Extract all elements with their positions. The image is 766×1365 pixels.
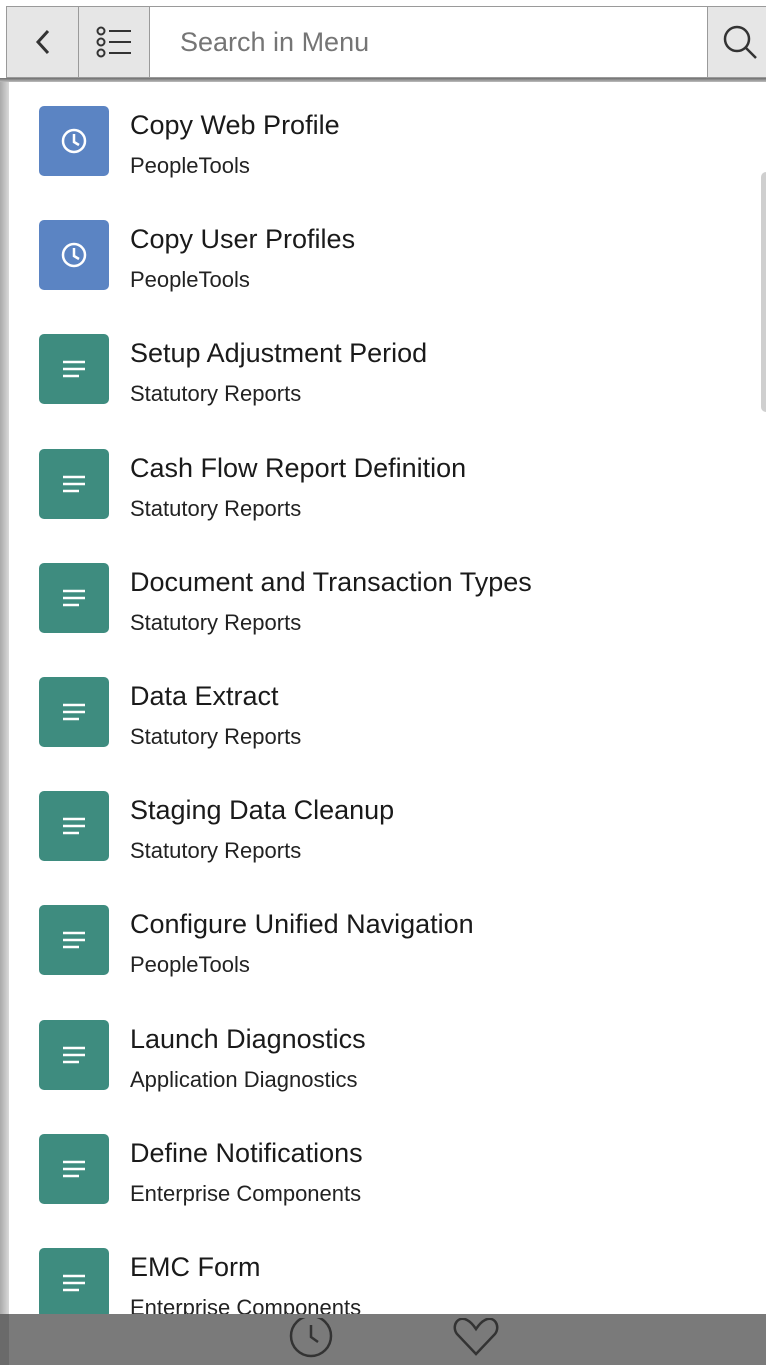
menu-item-tile [39, 1133, 109, 1204]
menu-item-tile [39, 106, 109, 176]
menu-item-category: Enterprise Components [130, 1295, 362, 1314]
backdrop-edge [0, 82, 9, 1314]
back-button[interactable] [6, 6, 78, 78]
menu-result-item[interactable]: Launch Diagnostics Application Diagnostic… [9, 996, 749, 1110]
document-lines-icon [63, 1274, 85, 1292]
menu-item-category: Enterprise Components [130, 1180, 362, 1206]
menu-result-item[interactable]: Data Extract Statutory Reports [9, 653, 749, 767]
menu-result-item[interactable]: Staging Data Cleanup Statutory Reports [9, 767, 749, 881]
clock-icon [289, 1314, 333, 1358]
favorites-button[interactable] [452, 1317, 500, 1363]
menu-result-item[interactable]: Copy User Profiles PeopleTools [9, 196, 749, 310]
list-icon [96, 26, 131, 58]
menu-item-tile [39, 791, 109, 862]
document-lines-icon [63, 932, 85, 949]
search-field[interactable] [150, 6, 707, 78]
menu-item-title: Data Extract [130, 681, 279, 711]
heart-icon [453, 1317, 499, 1356]
menu-item-title: Launch Diagnostics [130, 1023, 366, 1054]
menu-item-title: Copy Web Profile [130, 110, 340, 140]
menu-item-tile [39, 677, 109, 747]
bottom-bar-edge [0, 1314, 9, 1365]
list-view-button[interactable] [78, 6, 150, 78]
clock-icon [61, 128, 87, 154]
recent-button[interactable] [286, 1314, 336, 1365]
scrollbar[interactable] [761, 172, 766, 412]
menu-item-title: Cash Flow Report Definition [130, 452, 467, 483]
menu-item-tile [39, 1248, 109, 1314]
menu-item-title: Setup Adjustment Period [130, 338, 428, 369]
menu-item-category: Statutory Reports [130, 609, 302, 635]
menu-results-panel: Copy Web Profile PeopleTools Copy User Pro… [9, 82, 766, 1314]
menu-item-category: PeopleTools [130, 153, 250, 178]
document-lines-icon [63, 703, 85, 721]
menu-item-category: Statutory Reports [130, 724, 302, 749]
document-lines-icon [63, 1160, 85, 1178]
menu-item-title: Define Notifications [130, 1137, 363, 1168]
menu-item-title: Configure Unified Navigation [130, 909, 474, 940]
menu-result-item[interactable]: Configure Unified Navigation PeopleTools [9, 881, 749, 995]
document-lines-icon [63, 475, 85, 492]
document-lines-icon [63, 361, 85, 378]
menu-item-tile [39, 334, 109, 405]
menu-item-tile [39, 1019, 109, 1090]
menu-item-category: Application Diagnostics [130, 1066, 358, 1092]
document-lines-icon [63, 589, 85, 607]
search-button[interactable] [707, 6, 766, 78]
menu-result-item[interactable]: Define Notifications Enterprise Component… [9, 1110, 749, 1224]
menu-item-category: Statutory Reports [130, 838, 302, 864]
document-lines-icon [63, 817, 85, 835]
menu-result-item[interactable]: Document and Transaction Types Statutory … [9, 539, 749, 653]
menu-item-tile [39, 448, 109, 519]
menu-item-category: PeopleTools [130, 952, 250, 978]
menu-item-category: PeopleTools [130, 267, 250, 293]
menu-item-category: Statutory Reports [130, 495, 302, 521]
menu-toolbar [0, 0, 766, 82]
document-lines-icon [63, 1046, 85, 1063]
menu-item-title: Staging Data Cleanup [130, 795, 395, 826]
menu-result-item[interactable]: Cash Flow Report Definition Statutory Rep… [9, 425, 749, 539]
menu-item-tile [39, 220, 109, 291]
chevron-left-icon [35, 29, 49, 55]
menu-item-category: Statutory Reports [130, 381, 302, 407]
clock-icon [61, 242, 87, 268]
menu-item-tile [39, 905, 109, 976]
menu-item-tile [39, 562, 109, 633]
menu-item-title: Copy User Profiles [130, 224, 356, 255]
menu-result-item[interactable]: Setup Adjustment Period Statutory Reports [9, 310, 749, 424]
menu-result-item[interactable]: EMC Form Enterprise Components [9, 1224, 749, 1314]
search-input[interactable] [150, 7, 707, 77]
menu-item-title: Document and Transaction Types [130, 566, 532, 597]
bottom-bar [0, 1314, 766, 1365]
menu-item-title: EMC Form [130, 1252, 261, 1282]
menu-result-item[interactable]: Copy Web Profile PeopleTools [9, 82, 749, 196]
search-icon [723, 25, 757, 59]
